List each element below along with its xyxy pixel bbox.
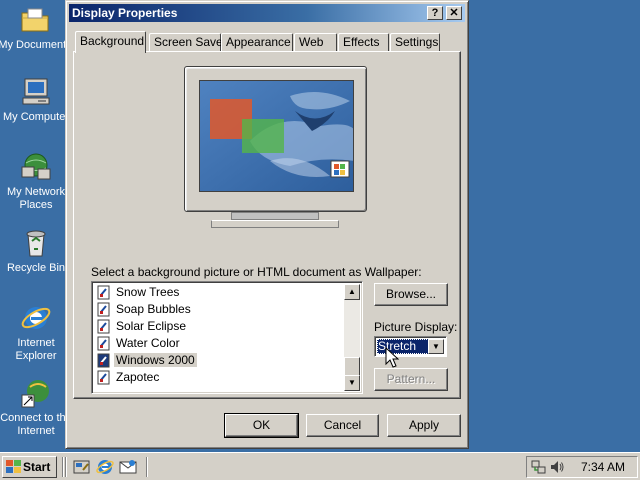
- tab-background[interactable]: Background: [75, 31, 146, 53]
- taskbar: Start 7:34 AM: [0, 452, 640, 480]
- picture-display-label: Picture Display:: [374, 320, 458, 334]
- taskbar-separator: [62, 457, 64, 477]
- list-item-zapotec[interactable]: Zapotec: [96, 369, 163, 386]
- mouse-cursor-icon: [385, 347, 399, 368]
- close-button[interactable]: ✕: [446, 6, 462, 20]
- list-item-windows-2000[interactable]: Windows 2000: [96, 352, 201, 369]
- connect-internet-icon: [20, 377, 52, 409]
- list-item-solar-eclipse[interactable]: Solar Eclipse: [96, 318, 190, 335]
- desktop-icon-my-network-places[interactable]: My Network Places: [0, 151, 73, 212]
- internet-explorer-icon[interactable]: [96, 458, 114, 476]
- dropdown-arrow-icon[interactable]: ▼: [428, 339, 444, 354]
- desktop-icon-label: Recycle Bin: [6, 262, 66, 274]
- monitor-preview: [184, 66, 367, 212]
- paint-file-icon: [97, 353, 111, 368]
- tab-appearance[interactable]: Appearance: [221, 33, 293, 52]
- monitor-stand: [231, 212, 319, 220]
- wallpaper-preview: [199, 80, 354, 192]
- wallpaper-list-label: Select a background picture or HTML docu…: [91, 265, 422, 279]
- paint-file-icon: [97, 302, 111, 317]
- display-properties-dialog: Display Properties ? ✕ Background Screen…: [65, 0, 469, 449]
- desktop-icon-internet-explorer[interactable]: Internet Explorer: [0, 302, 73, 363]
- taskbar-separator: [65, 457, 67, 477]
- desktop-icon-label: Internet Explorer: [15, 337, 57, 362]
- show-desktop-icon[interactable]: [73, 458, 91, 476]
- volume-icon[interactable]: [549, 459, 565, 478]
- computer-icon: [20, 76, 52, 108]
- tab-effects[interactable]: Effects: [338, 33, 389, 52]
- scroll-down-button[interactable]: ▼: [344, 375, 360, 391]
- start-button[interactable]: Start: [2, 456, 57, 478]
- help-button[interactable]: ?: [427, 6, 443, 20]
- paint-file-icon: [97, 319, 111, 334]
- clock[interactable]: 7:34 AM: [581, 457, 625, 477]
- desktop-icon-label: My Computer: [2, 111, 70, 123]
- background-tab-panel: Select a background picture or HTML docu…: [73, 51, 461, 399]
- windows-flag-icon: [6, 460, 21, 474]
- desktop-icon-connect-to-the-internet[interactable]: Connect to the Internet: [0, 377, 73, 438]
- start-label: Start: [23, 460, 51, 474]
- internet-explorer-icon: [20, 302, 52, 334]
- desktop-icon-recycle-bin[interactable]: Recycle Bin: [0, 227, 73, 275]
- list-item-snow-trees[interactable]: Snow Trees: [96, 284, 183, 301]
- wallpaper-list-scrollbar[interactable]: ▲ ▼: [344, 284, 360, 391]
- network-icon: [20, 151, 52, 183]
- pattern-button[interactable]: Pattern...: [374, 368, 448, 391]
- apply-button[interactable]: Apply: [387, 414, 461, 437]
- paint-file-icon: [97, 336, 111, 351]
- paint-file-icon: [97, 285, 111, 300]
- cancel-button[interactable]: Cancel: [306, 414, 379, 437]
- desktop-icon-label: My Network Places: [6, 186, 66, 211]
- network-status-icon[interactable]: [531, 459, 547, 478]
- desktop-icon-label: My Documents: [0, 39, 72, 51]
- wallpaper-preview-image: [200, 81, 353, 191]
- desktop-icon-my-computer[interactable]: My Computer: [0, 76, 73, 124]
- list-item-water-color[interactable]: Water Color: [96, 335, 184, 352]
- tab-settings[interactable]: Settings: [390, 33, 440, 52]
- outlook-express-icon[interactable]: [119, 458, 137, 476]
- title-bar[interactable]: Display Properties ? ✕: [69, 4, 465, 22]
- list-item-soap-bubbles[interactable]: Soap Bubbles: [96, 301, 195, 318]
- taskbar-separator: [146, 457, 148, 477]
- desktop-icon-label: Connect to the Internet: [0, 412, 72, 437]
- desktop-icon-my-documents[interactable]: My Documents: [0, 4, 72, 52]
- dialog-title: Display Properties: [72, 6, 178, 20]
- tab-web[interactable]: Web: [294, 33, 337, 52]
- ok-button[interactable]: OK: [224, 413, 299, 438]
- tab-screen-saver[interactable]: Screen Saver: [149, 33, 227, 52]
- paint-file-icon: [97, 370, 111, 385]
- wallpaper-list[interactable]: Snow Trees Soap Bubbles Solar Eclipse Wa…: [91, 281, 363, 394]
- scroll-up-button[interactable]: ▲: [344, 284, 360, 300]
- browse-button[interactable]: Browse...: [374, 283, 448, 306]
- monitor-base: [211, 220, 339, 228]
- recycle-bin-icon: [20, 227, 52, 259]
- folder-icon: [19, 4, 51, 36]
- system-tray: 7:34 AM: [526, 456, 638, 478]
